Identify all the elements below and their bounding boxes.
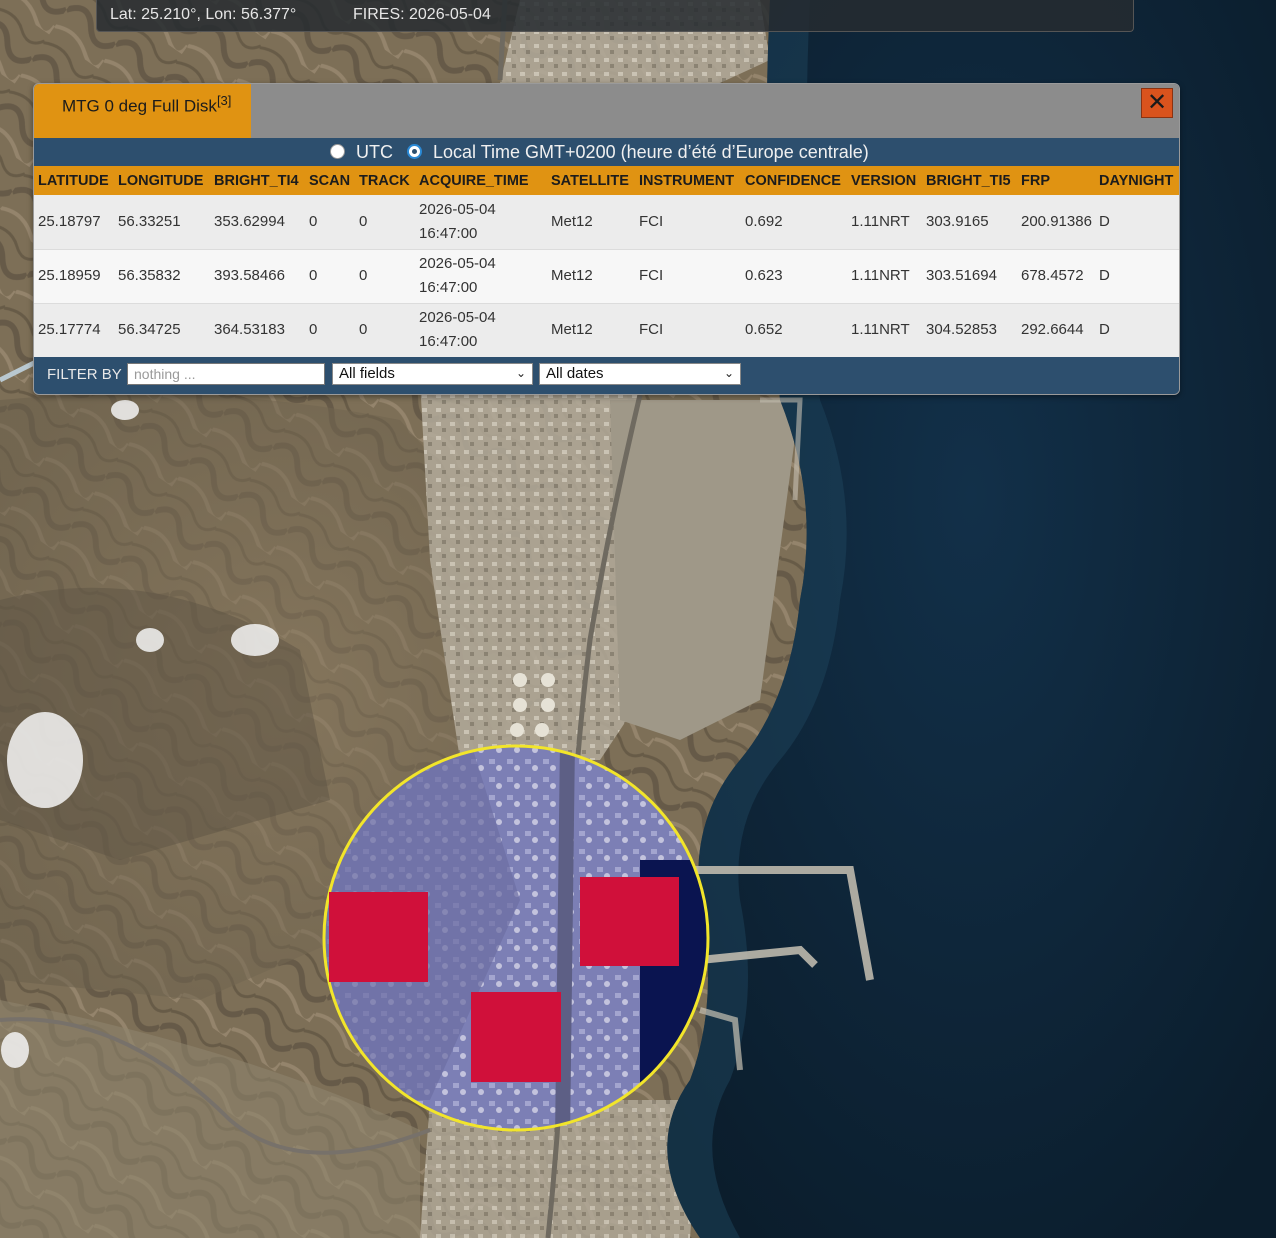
cell-track: 0	[355, 248, 415, 303]
cell-daynight: D	[1095, 302, 1179, 357]
local-time-radio[interactable]	[407, 144, 422, 159]
date-select-value: All dates	[546, 365, 604, 382]
acquire-date: 2026-05-04	[419, 200, 496, 218]
column-header-confidence[interactable]: CONFIDENCE	[741, 166, 847, 195]
cell-scan: 0	[305, 302, 355, 357]
tab-count: [3]	[216, 93, 232, 108]
cell-confidence: 0.623	[741, 248, 847, 303]
filter-input[interactable]	[127, 363, 325, 385]
fire-data-table: LATITUDE LONGITUDE BRIGHT_TI4 SCAN TRACK ACQU…	[34, 166, 1179, 357]
utc-label[interactable]: UTC	[356, 142, 393, 163]
cell-scan: 0	[305, 195, 355, 249]
table-row[interactable]: 25.17774 56.34725 364.53183 0 0 2026-05-04 16:…	[34, 302, 1179, 357]
close-button[interactable]: ✕	[1141, 88, 1173, 118]
cell-version: 1.11NRT	[847, 248, 922, 303]
cell-bright-ti4: 353.62994	[210, 195, 305, 249]
chevron-down-icon: ⌄	[515, 366, 526, 380]
cell-daynight: D	[1095, 248, 1179, 303]
cursor-coordinates: Lat: 25.210°, Lon: 56.377°	[110, 6, 297, 23]
cell-confidence: 0.692	[741, 195, 847, 249]
cell-track: 0	[355, 195, 415, 249]
cell-version: 1.11NRT	[847, 302, 922, 357]
local-time-label[interactable]: Local Time GMT+0200 (heure d’été d’Europ…	[433, 142, 869, 163]
fire-marker[interactable]	[471, 992, 561, 1082]
table-row[interactable]: 25.18797 56.33251 353.62994 0 0 2026-05-04 16:…	[34, 195, 1179, 249]
date-select[interactable]: All dates ⌄	[539, 363, 741, 385]
column-header-instrument[interactable]: INSTRUMENT	[635, 166, 741, 195]
time-zone-selector: UTC Local Time GMT+0200 (heure d’été d’E…	[34, 138, 1179, 166]
field-select-value: All fields	[339, 365, 395, 382]
fire-info-popup: MTG 0 deg Full Disk[3] ✕ UTC Local Time …	[33, 83, 1180, 395]
cell-bright-ti5: 304.52853	[922, 302, 1017, 357]
column-header-longitude[interactable]: LONGITUDE	[114, 166, 210, 195]
cell-instrument: FCI	[635, 195, 741, 249]
column-header-daynight[interactable]: DAYNIGHT	[1095, 166, 1179, 195]
cell-bright-ti4: 393.58466	[210, 248, 305, 303]
cell-satellite: Met12	[547, 248, 635, 303]
cell-latitude: 25.18797	[34, 195, 114, 249]
table-row[interactable]: 25.18959 56.35832 393.58466 0 0 2026-05-04 16:…	[34, 248, 1179, 303]
cell-frp: 678.4572	[1017, 248, 1095, 303]
tab-mtg-full-disk[interactable]: MTG 0 deg Full Disk[3]	[34, 84, 251, 138]
cell-instrument: FCI	[635, 248, 741, 303]
cell-bright-ti4: 364.53183	[210, 302, 305, 357]
acquire-clock-time: 16:47:00	[419, 224, 478, 242]
table-header-row: LATITUDE LONGITUDE BRIGHT_TI4 SCAN TRACK ACQU…	[34, 166, 1179, 195]
cell-version: 1.11NRT	[847, 195, 922, 249]
column-header-scan[interactable]: SCAN	[305, 166, 355, 195]
chevron-down-icon: ⌄	[723, 366, 734, 380]
cell-longitude: 56.35832	[114, 248, 210, 303]
filter-bar: FILTER BY All fields ⌄ All dates ⌄	[34, 357, 1179, 394]
cell-frp: 292.6644	[1017, 302, 1095, 357]
tab-label: MTG 0 deg Full Disk	[62, 96, 217, 116]
fire-marker[interactable]	[329, 892, 428, 982]
cell-daynight: D	[1095, 195, 1179, 249]
cell-latitude: 25.17774	[34, 302, 114, 357]
cell-satellite: Met12	[547, 195, 635, 249]
cell-scan: 0	[305, 248, 355, 303]
cell-instrument: FCI	[635, 302, 741, 357]
cell-acquire-time: 2026-05-04 16:47:00	[415, 302, 547, 357]
coordinate-bar: Lat: 25.210°, Lon: 56.377° FIRES: 2026-0…	[96, 0, 1134, 32]
column-header-bright-ti5[interactable]: BRIGHT_TI5	[922, 166, 1017, 195]
utc-radio[interactable]	[330, 144, 345, 159]
cell-confidence: 0.652	[741, 302, 847, 357]
cell-longitude: 56.34725	[114, 302, 210, 357]
column-header-track[interactable]: TRACK	[355, 166, 415, 195]
field-select[interactable]: All fields ⌄	[332, 363, 533, 385]
popup-tab-bar: MTG 0 deg Full Disk[3] ✕	[34, 84, 1179, 138]
cell-satellite: Met12	[547, 302, 635, 357]
cell-longitude: 56.33251	[114, 195, 210, 249]
cell-bright-ti5: 303.51694	[922, 248, 1017, 303]
cell-acquire-time: 2026-05-04 16:47:00	[415, 248, 547, 303]
cell-track: 0	[355, 302, 415, 357]
fires-date: FIRES: 2026-05-04	[353, 6, 491, 23]
column-header-satellite[interactable]: SATELLITE	[547, 166, 635, 195]
column-header-bright-ti4[interactable]: BRIGHT_TI4	[210, 166, 305, 195]
cell-frp: 200.91386	[1017, 195, 1095, 249]
column-header-version[interactable]: VERSION	[847, 166, 922, 195]
cell-acquire-time: 2026-05-04 16:47:00	[415, 195, 547, 249]
acquire-clock-time: 16:47:00	[419, 279, 478, 296]
acquire-date: 2026-05-04	[419, 309, 496, 327]
column-header-acquire-time[interactable]: ACQUIRE_TIME	[415, 166, 547, 195]
fire-marker[interactable]	[580, 877, 679, 966]
cell-latitude: 25.18959	[34, 248, 114, 303]
cell-bright-ti5: 303.9165	[922, 195, 1017, 249]
filter-label: FILTER BY	[47, 366, 122, 383]
acquire-clock-time: 16:47:00	[419, 333, 478, 351]
column-header-latitude[interactable]: LATITUDE	[34, 166, 114, 195]
acquire-date: 2026-05-04	[419, 255, 496, 272]
column-header-frp[interactable]: FRP	[1017, 166, 1095, 195]
